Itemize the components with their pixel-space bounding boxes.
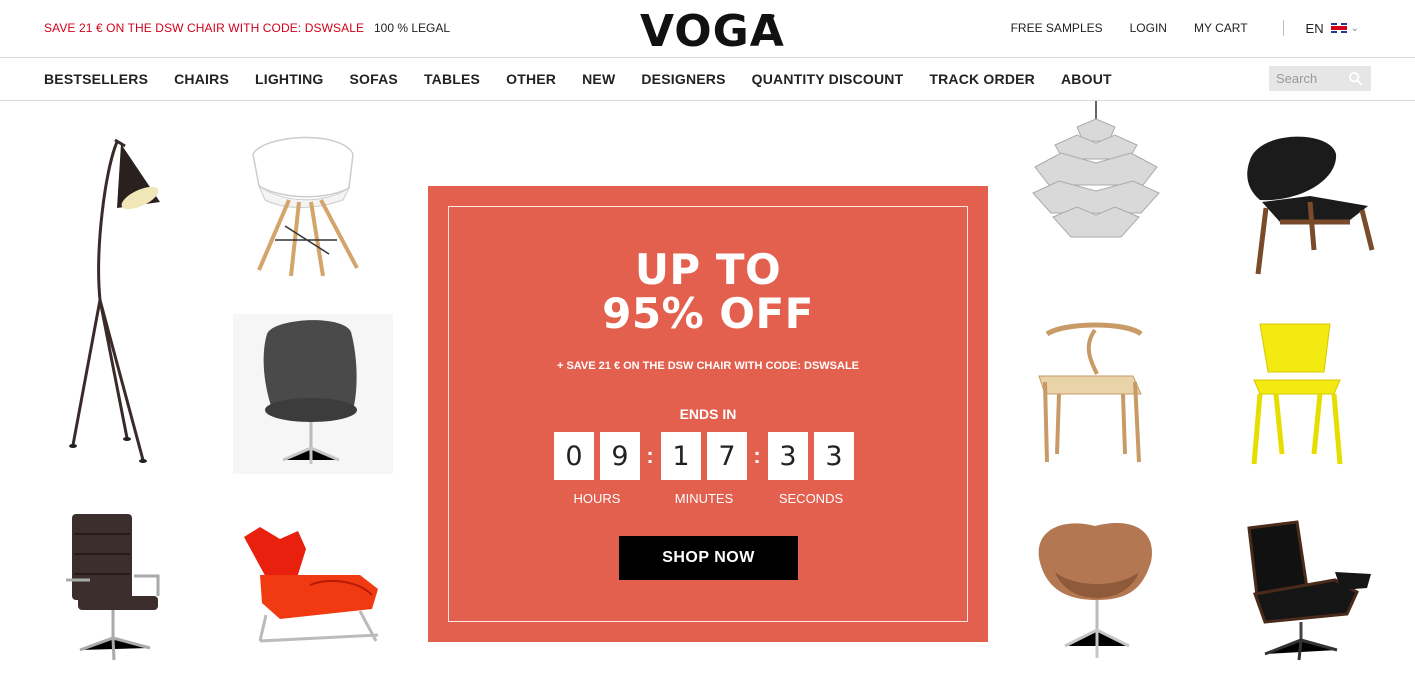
- countdown-digit: 7: [707, 432, 747, 480]
- countdown-digit: 0: [554, 432, 594, 480]
- top-bar: SAVE 21 € ON THE DSW CHAIR WITH CODE: DS…: [0, 0, 1415, 58]
- my-cart-link[interactable]: MY CART: [1194, 21, 1248, 35]
- countdown-separator: :: [753, 443, 761, 468]
- login-link[interactable]: LOGIN: [1130, 21, 1167, 35]
- legal-badge[interactable]: 100 % LEGAL: [374, 21, 450, 35]
- nav-item-quantity-discount[interactable]: QUANTITY DISCOUNT: [752, 71, 904, 87]
- lounge-chair-icon[interactable]: [1235, 518, 1375, 663]
- search-icon[interactable]: [1348, 71, 1363, 86]
- shell-chair-icon[interactable]: [1240, 130, 1375, 280]
- promo-subtext: + SAVE 21 € ON THE DSW CHAIR WITH CODE: …: [556, 360, 860, 372]
- nav-item-track-order[interactable]: TRACK ORDER: [929, 71, 1035, 87]
- minutes-label: MINUTES: [674, 491, 734, 506]
- ox-chair-icon[interactable]: [240, 525, 385, 655]
- chevron-down-icon: ⌄: [1350, 22, 1359, 34]
- heart-icon: ♥: [768, 10, 776, 24]
- countdown-digit: 3: [768, 432, 808, 480]
- top-links: FREE SAMPLES LOGIN MY CART EN ⌄: [1011, 20, 1415, 36]
- language-selector[interactable]: EN ⌄: [1306, 21, 1359, 36]
- seconds-label: SECONDS: [778, 491, 844, 506]
- nav-item-bestsellers[interactable]: BESTSELLERS: [44, 71, 148, 87]
- eames-armchair-icon[interactable]: [245, 130, 365, 280]
- artichoke-lamp-icon[interactable]: [1025, 101, 1167, 243]
- main-nav: BESTSELLERS CHAIRS LIGHTING SOFAS TABLES…: [0, 58, 1415, 101]
- nav-item-tables[interactable]: TABLES: [424, 71, 480, 87]
- nav-item-new[interactable]: NEW: [582, 71, 615, 87]
- countdown-digit: 3: [814, 432, 854, 480]
- nav-item-other[interactable]: OTHER: [506, 71, 556, 87]
- floor-lamp-icon[interactable]: [55, 130, 175, 470]
- wishbone-chair-icon[interactable]: [1035, 322, 1147, 467]
- hours-label: HOURS: [573, 491, 621, 506]
- divider: [1282, 20, 1284, 36]
- nav-item-about[interactable]: ABOUT: [1061, 71, 1112, 87]
- promo-headline-line1: UP TO: [634, 245, 782, 294]
- promo-frame: UP TO 95% OFF + SAVE 21 € ON THE DSW CHA…: [448, 206, 968, 622]
- uk-flag-icon: [1330, 23, 1347, 33]
- logo[interactable]: VOGA: [640, 6, 785, 57]
- search-input[interactable]: [1269, 66, 1347, 91]
- shop-now-button[interactable]: SHOP NOW: [619, 536, 798, 580]
- egg-chair-icon[interactable]: [233, 314, 393, 474]
- free-samples-link[interactable]: FREE SAMPLES: [1011, 21, 1103, 35]
- nav-item-lighting[interactable]: LIGHTING: [255, 71, 323, 87]
- office-chair-icon[interactable]: [58, 510, 168, 670]
- countdown-separator: :: [646, 443, 654, 468]
- tolix-chair-icon[interactable]: [1250, 318, 1345, 468]
- nav-item-designers[interactable]: DESIGNERS: [641, 71, 725, 87]
- promo-headline-line2: 95% OFF: [602, 289, 814, 338]
- countdown-digit: 1: [661, 432, 701, 480]
- nav-item-chairs[interactable]: CHAIRS: [174, 71, 229, 87]
- swan-chair-icon[interactable]: [1035, 518, 1160, 663]
- promo-panel: UP TO 95% OFF + SAVE 21 € ON THE DSW CHA…: [428, 186, 988, 642]
- search-box: [1269, 66, 1371, 91]
- countdown-digit: 9: [600, 432, 640, 480]
- ends-in-label: ENDS IN: [679, 406, 737, 422]
- promo-code-banner[interactable]: SAVE 21 € ON THE DSW CHAIR WITH CODE: DS…: [44, 21, 364, 35]
- language-label: EN: [1305, 20, 1324, 36]
- nav-item-sofas[interactable]: SOFAS: [349, 71, 397, 87]
- countdown-timer: 0 9 : 1 7 : 3 3: [554, 432, 860, 480]
